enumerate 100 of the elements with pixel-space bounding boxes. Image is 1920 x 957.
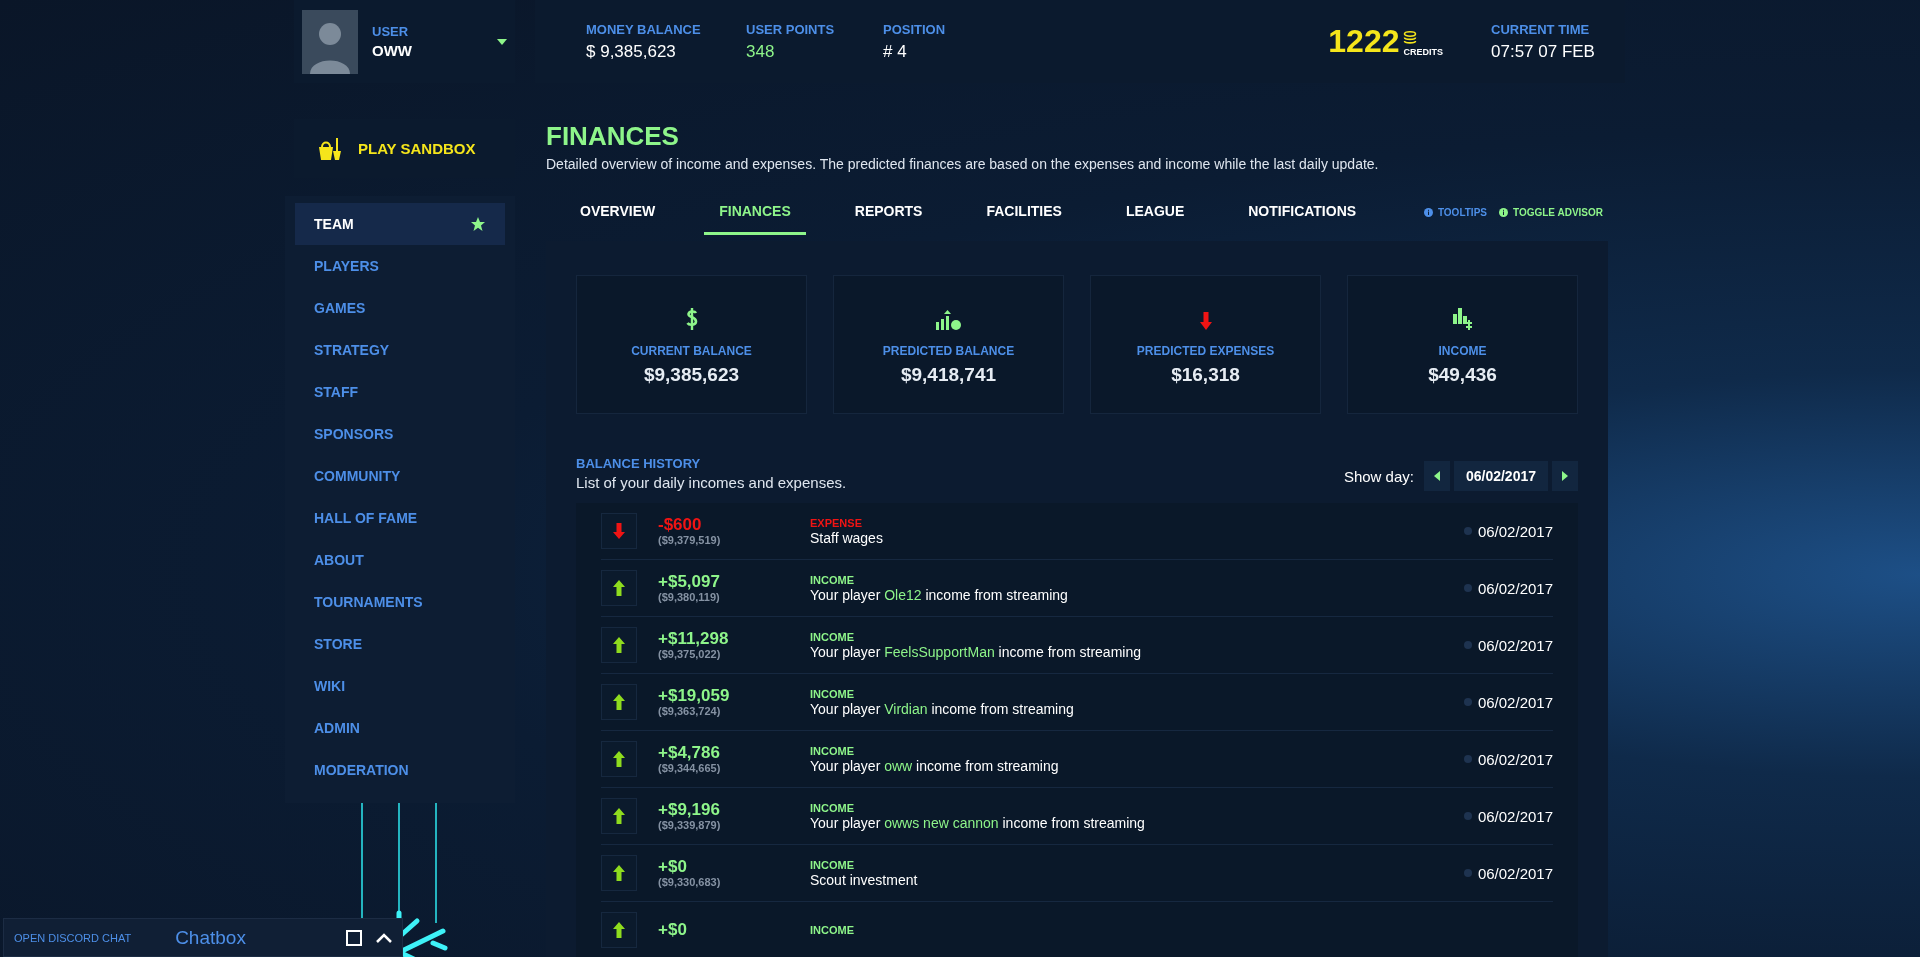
amount: +$5,097	[658, 573, 721, 591]
time-value: 07:57 07 FEB	[1491, 41, 1596, 62]
running-balance: ($9,344,665)	[658, 762, 722, 774]
stat-label: MONEY BALANCE	[586, 21, 702, 37]
user-name[interactable]: OWW	[372, 42, 483, 59]
up-arrow-icon	[613, 580, 625, 596]
card-label: PREDICTED BALANCE	[882, 343, 1015, 358]
user-label: USER	[372, 24, 410, 39]
transaction-date: 06/02/2017	[1477, 522, 1553, 540]
running-balance: ($9,339,879)	[658, 819, 722, 831]
nav-item[interactable]: STORE	[295, 623, 505, 665]
discord-chat-link[interactable]: OPEN DISCORD CHAT	[14, 931, 132, 944]
show-day-label: Show day:	[1343, 467, 1414, 485]
card-label: PREDICTED EXPENSES	[1136, 343, 1275, 358]
dropdown-caret-icon	[497, 38, 507, 45]
credits-label: CREDITS	[1403, 46, 1443, 57]
tab[interactable]: FACILITIES	[971, 190, 1077, 235]
caret-up-icon	[376, 932, 392, 943]
clock-icon	[1463, 641, 1472, 649]
nav-item[interactable]: COMMUNITY	[295, 455, 505, 497]
section-title: BALANCE HISTORY	[576, 456, 702, 471]
stat-value: 348	[746, 41, 776, 62]
card-value: $49,436	[1428, 363, 1497, 386]
nav-item[interactable]: ABOUT	[295, 539, 505, 581]
transaction-date: 06/02/2017	[1477, 807, 1553, 825]
down-arrow-icon	[613, 523, 625, 539]
card-value: $9,418,741	[900, 363, 997, 386]
transaction-type: INCOME	[810, 858, 855, 871]
running-balance: ($9,380,119)	[658, 591, 721, 603]
triangle-right-icon	[1562, 471, 1568, 481]
clock-icon	[1463, 812, 1472, 820]
transaction-date: 06/02/2017	[1477, 636, 1553, 654]
transaction-date: 06/02/2017	[1477, 750, 1553, 768]
nav-item[interactable]: ADMIN	[295, 707, 505, 749]
card-label: CURRENT BALANCE	[631, 343, 752, 358]
helper-link[interactable]: TOGGLE ADVISOR	[1513, 207, 1603, 218]
amount: +$11,298	[658, 630, 730, 648]
amount: +$0	[658, 858, 688, 876]
nav-item[interactable]: PLAYERS	[295, 245, 505, 287]
transaction-description: Your player FeelsSupportMan income from streaming	[810, 643, 1142, 660]
transaction-type: INCOME	[810, 573, 855, 586]
amount: +$4,786	[658, 744, 721, 762]
up-arrow-icon	[613, 865, 625, 881]
page-title: FINANCES	[546, 121, 680, 152]
card-value: $16,318	[1171, 363, 1240, 386]
card-value: $9,385,623	[643, 363, 740, 386]
nav-item[interactable]: TOURNAMENTS	[295, 581, 505, 623]
nav-item[interactable]: SPONSORS	[295, 413, 505, 455]
amount: +$0	[658, 921, 688, 939]
transaction-type: INCOME	[810, 801, 855, 814]
clock-icon	[1463, 527, 1472, 535]
transaction-type: INCOME	[810, 630, 855, 643]
triangle-left-icon	[1433, 471, 1440, 481]
transaction-type: INCOME	[810, 687, 855, 700]
nav-item[interactable]: MODERATION	[295, 749, 505, 791]
bar-chart-up-coin-icon	[935, 309, 962, 330]
stat-label: USER POINTS	[746, 21, 836, 37]
previous-day-button[interactable]	[1423, 461, 1450, 491]
nav-item[interactable]: STAFF	[295, 371, 505, 413]
tab[interactable]: LEAGUE	[1110, 190, 1200, 235]
coin-stack-icon	[1403, 30, 1418, 45]
tab[interactable]: NOTIFICATIONS	[1233, 190, 1372, 235]
credits-value: 1222	[1328, 23, 1400, 60]
transaction-type: EXPENSE	[810, 516, 863, 529]
helper-link[interactable]: TOOLTIPS	[1437, 207, 1487, 218]
chatbox-title: Chatbox	[175, 926, 247, 949]
tab[interactable]: FINANCES	[704, 190, 806, 235]
transaction-type: INCOME	[810, 744, 855, 757]
transaction-date: 06/02/2017	[1477, 693, 1553, 711]
nav-item[interactable]: TEAM	[295, 203, 505, 245]
running-balance: ($9,330,683)	[658, 876, 722, 888]
transaction-type: INCOME	[810, 924, 855, 936]
transaction-date: 06/02/2017	[1477, 579, 1553, 597]
next-day-button[interactable]	[1552, 461, 1578, 491]
stat-label: POSITION	[883, 21, 947, 37]
card-label: INCOME	[1438, 343, 1487, 358]
transaction-description: Scout investment	[810, 871, 919, 888]
clock-icon	[1463, 698, 1472, 706]
transaction-description: Staff wages	[810, 529, 884, 546]
tab[interactable]: REPORTS	[839, 190, 938, 235]
up-arrow-icon	[613, 694, 625, 710]
transaction-description: Your player Ole12 income from streaming	[810, 586, 1069, 603]
clock-icon	[1463, 755, 1472, 763]
up-arrow-icon	[613, 751, 625, 767]
up-arrow-icon	[613, 922, 625, 938]
up-arrow-icon	[613, 808, 625, 824]
date-display: 06/02/2017	[1453, 461, 1548, 491]
bar-chart-dollar-icon	[1452, 307, 1473, 330]
tab[interactable]: OVERVIEW	[565, 190, 671, 235]
up-arrow-icon	[613, 637, 625, 653]
dollar-icon	[684, 307, 699, 330]
amount: -$600	[658, 516, 703, 534]
nav-item[interactable]: WIKI	[295, 665, 505, 707]
nav-item[interactable]: GAMES	[295, 287, 505, 329]
nav-item[interactable]: HALL OF FAME	[295, 497, 505, 539]
stat-value: $ 9,385,623	[586, 41, 677, 62]
transaction-date: 06/02/2017	[1477, 864, 1553, 882]
amount: +$9,196	[658, 801, 721, 819]
maximize-icon	[346, 929, 362, 946]
nav-item[interactable]: STRATEGY	[295, 329, 505, 371]
